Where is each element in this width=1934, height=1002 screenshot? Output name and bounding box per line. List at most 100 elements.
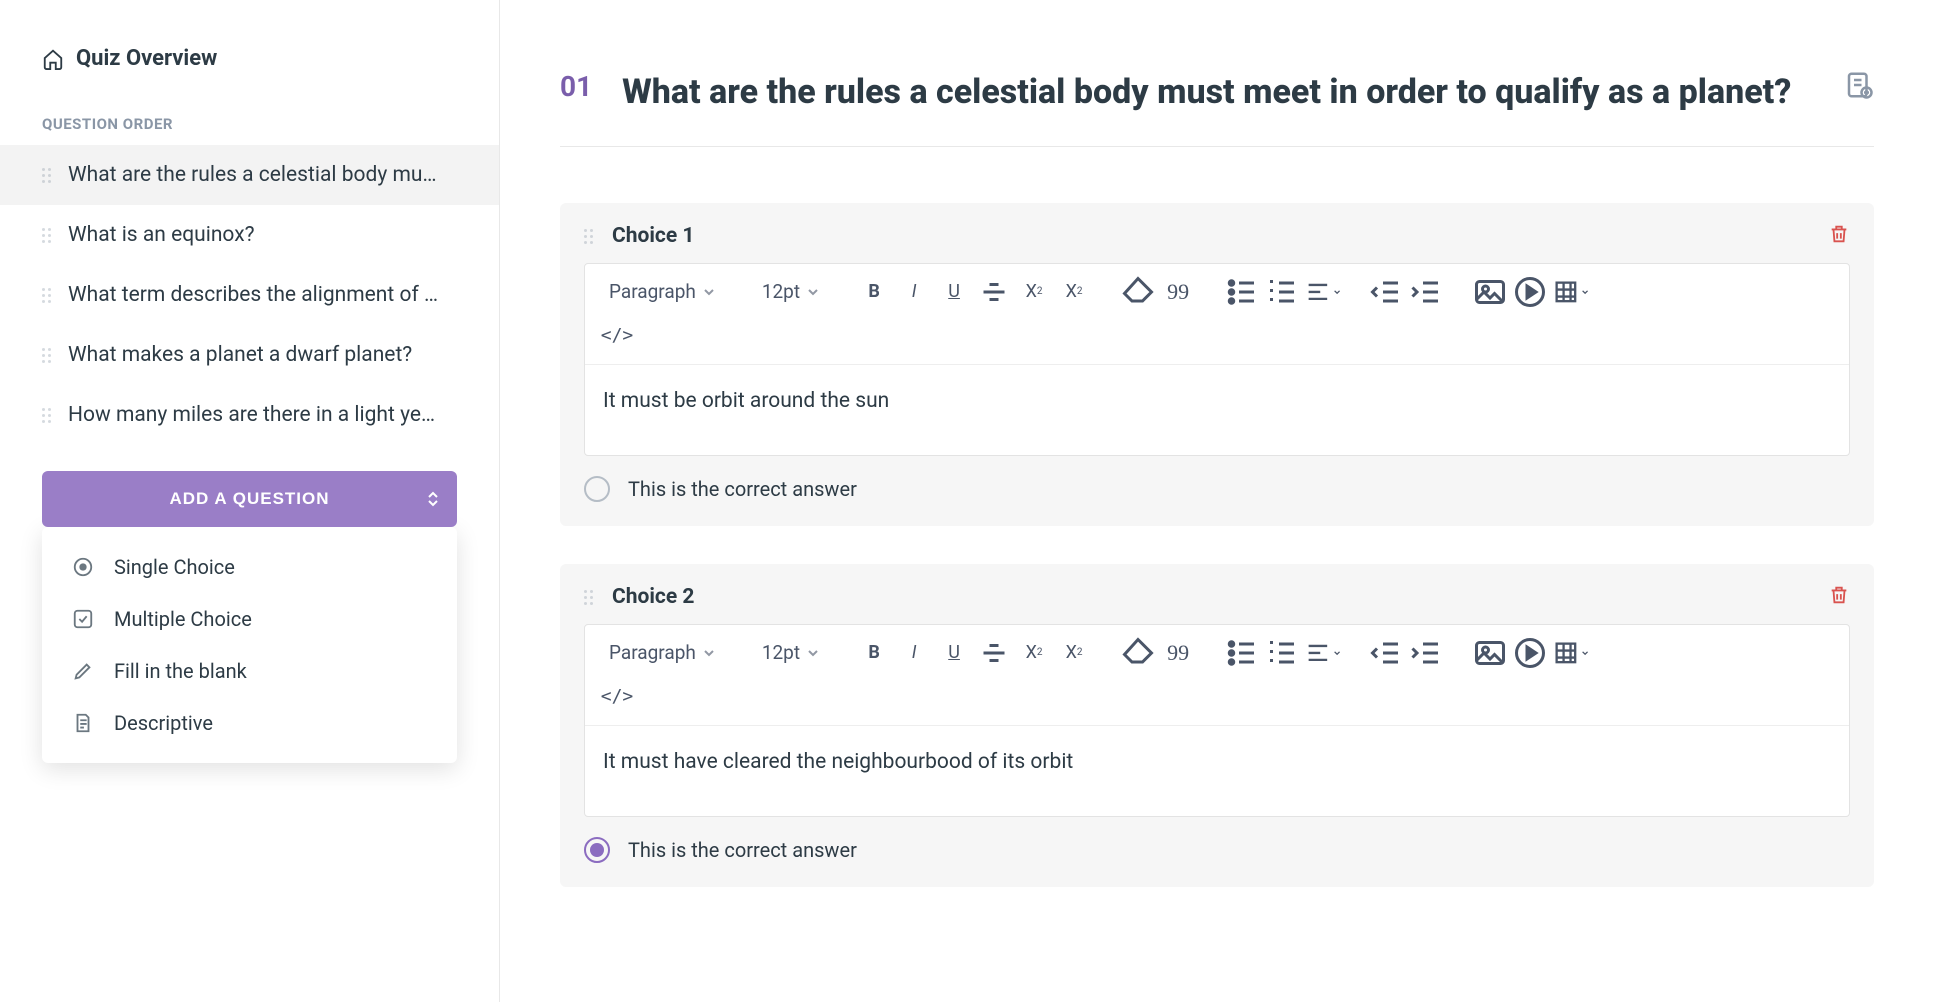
editor-toolbar: Paragraph 12pt B I U X2 X2 99: [585, 625, 1849, 726]
italic-button[interactable]: I: [896, 274, 932, 310]
strikethrough-icon: [976, 274, 1012, 310]
quote-button[interactable]: 99: [1160, 635, 1196, 671]
dropdown-item-descriptive[interactable]: Descriptive: [42, 697, 457, 749]
question-item-label: What is an equinox?: [68, 223, 255, 247]
subscript-button[interactable]: X2: [1016, 274, 1052, 310]
align-button[interactable]: [1304, 635, 1340, 671]
outdent-button[interactable]: [1368, 635, 1404, 671]
quiz-overview-label: Quiz Overview: [76, 46, 217, 71]
clear-format-button[interactable]: [1120, 274, 1156, 310]
underline-button[interactable]: U: [936, 274, 972, 310]
superscript-button[interactable]: X2: [1056, 274, 1092, 310]
question-item-label: What term describes the alignment of …: [68, 283, 438, 307]
image-icon: [1472, 274, 1508, 310]
code-button[interactable]: </>: [599, 679, 635, 715]
question-number: 01: [560, 70, 592, 103]
table-button[interactable]: [1552, 274, 1588, 310]
drag-handle-icon[interactable]: [42, 348, 56, 362]
editor-content[interactable]: It must be orbit around the sun: [585, 365, 1849, 455]
number-list-button[interactable]: [1264, 274, 1300, 310]
indent-button[interactable]: [1408, 274, 1444, 310]
indent-icon: [1408, 635, 1444, 671]
quote-button[interactable]: 99: [1160, 274, 1196, 310]
trash-icon: [1828, 223, 1850, 245]
dropdown-item-multiple-choice[interactable]: Multiple Choice: [42, 593, 457, 645]
section-label: QUESTION ORDER: [0, 95, 499, 145]
bold-button[interactable]: B: [856, 635, 892, 671]
number-list-button[interactable]: [1264, 635, 1300, 671]
chevron-down-icon: [1582, 288, 1588, 296]
editor-content[interactable]: It must have cleared the neighbourbood o…: [585, 726, 1849, 816]
question-item[interactable]: What are the rules a celestial body mu…: [0, 145, 499, 205]
question-item[interactable]: What makes a planet a dwarf planet?: [0, 325, 499, 385]
document-icon: [72, 712, 94, 734]
chevron-down-icon: [1334, 649, 1340, 657]
bullet-list-button[interactable]: [1224, 274, 1260, 310]
superscript-button[interactable]: X2: [1056, 635, 1092, 671]
image-icon: [1472, 635, 1508, 671]
correct-answer-radio[interactable]: [584, 476, 610, 502]
table-button[interactable]: [1552, 635, 1588, 671]
chevron-down-icon: [704, 287, 714, 297]
question-list: What are the rules a celestial body mu… …: [0, 145, 499, 445]
choice-block: Choice 2 Paragraph 12pt B I U X2 X2: [560, 564, 1874, 887]
italic-button[interactable]: I: [896, 635, 932, 671]
paragraph-select[interactable]: Paragraph: [599, 274, 724, 310]
question-item[interactable]: What is an equinox?: [0, 205, 499, 265]
strikethrough-button[interactable]: [976, 635, 1012, 671]
drag-handle-icon[interactable]: [42, 288, 56, 302]
outdent-icon: [1368, 274, 1404, 310]
bullet-list-button[interactable]: [1224, 635, 1260, 671]
align-button[interactable]: [1304, 274, 1340, 310]
list-ul-icon: [1224, 635, 1260, 671]
sidebar: Quiz Overview QUESTION ORDER What are th…: [0, 0, 500, 1002]
delete-choice-button[interactable]: [1828, 584, 1850, 610]
list-ul-icon: [1224, 274, 1260, 310]
fontsize-select[interactable]: 12pt: [752, 274, 828, 310]
indent-button[interactable]: [1408, 635, 1444, 671]
add-question-button[interactable]: ADD A QUESTION: [42, 471, 457, 527]
question-item[interactable]: How many miles are there in a light ye…: [0, 385, 499, 445]
bold-button[interactable]: B: [856, 274, 892, 310]
outdent-button[interactable]: [1368, 274, 1404, 310]
correct-answer-radio[interactable]: [584, 837, 610, 863]
dropdown-item-single-choice[interactable]: Single Choice: [42, 541, 457, 593]
subscript-button[interactable]: X2: [1016, 635, 1052, 671]
quiz-overview-link[interactable]: Quiz Overview: [0, 30, 499, 95]
drag-handle-icon[interactable]: [584, 229, 598, 243]
rich-text-editor: Paragraph 12pt B I U X2 X2 99: [584, 263, 1850, 456]
delete-choice-button[interactable]: [1828, 223, 1850, 249]
video-button[interactable]: [1512, 274, 1548, 310]
drag-handle-icon[interactable]: [584, 590, 598, 604]
chevron-down-icon: [808, 648, 818, 658]
eraser-icon: [1120, 635, 1156, 671]
strikethrough-button[interactable]: [976, 274, 1012, 310]
choice-block: Choice 1 Paragraph 12pt B I U X2 X2: [560, 203, 1874, 526]
drag-handle-icon[interactable]: [42, 168, 56, 182]
correct-answer-label: This is the correct answer: [628, 477, 857, 501]
drag-handle-icon[interactable]: [42, 408, 56, 422]
correct-answer-label: This is the correct answer: [628, 838, 857, 862]
video-button[interactable]: [1512, 635, 1548, 671]
image-button[interactable]: [1472, 274, 1508, 310]
trash-icon: [1828, 584, 1850, 606]
add-to-bank-icon[interactable]: [1844, 70, 1874, 100]
underline-button[interactable]: U: [936, 635, 972, 671]
dropdown-item-label: Multiple Choice: [114, 607, 252, 631]
home-icon: [42, 48, 64, 70]
question-item-label: What are the rules a celestial body mu…: [68, 163, 437, 187]
drag-handle-icon[interactable]: [42, 228, 56, 242]
question-actions: [1844, 70, 1874, 100]
indent-icon: [1408, 274, 1444, 310]
question-item-label: What makes a planet a dwarf planet?: [68, 343, 412, 367]
code-button[interactable]: </>: [599, 318, 635, 354]
fontsize-select[interactable]: 12pt: [752, 635, 828, 671]
choice-label: Choice 2: [612, 585, 694, 609]
clear-format-button[interactable]: [1120, 635, 1156, 671]
dropdown-item-fill-blank[interactable]: Fill in the blank: [42, 645, 457, 697]
image-button[interactable]: [1472, 635, 1508, 671]
align-icon: [1304, 278, 1332, 306]
main-content: 01 What are the rules a celestial body m…: [500, 0, 1934, 1002]
paragraph-select[interactable]: Paragraph: [599, 635, 724, 671]
question-item[interactable]: What term describes the alignment of …: [0, 265, 499, 325]
